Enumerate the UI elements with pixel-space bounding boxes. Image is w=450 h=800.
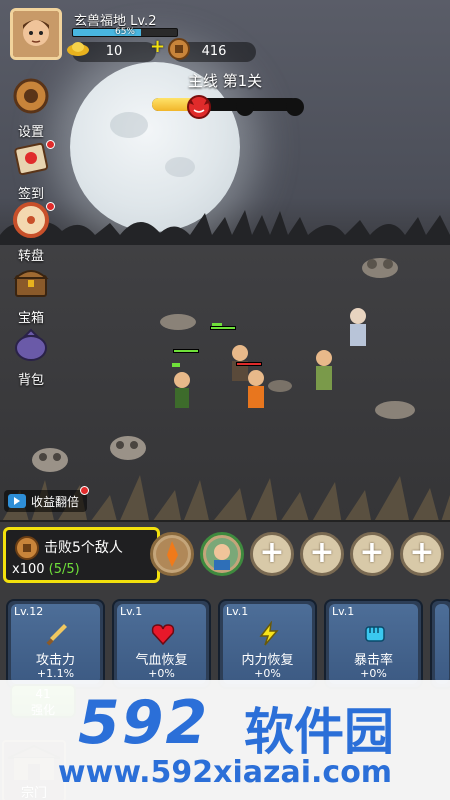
stat-value: +0% [148,667,175,680]
stat-card-hp-regen[interactable]: Lv.1 气血恢复 +0% [112,599,211,689]
stage-node [236,98,254,116]
stat-name: 暴击率 [353,653,393,668]
stat-value: +0% [254,667,281,680]
stat-level: Lv.1 [226,605,249,618]
player-portrait-icon [13,11,59,57]
watermark-url: www.592xiazai.com [57,755,393,790]
enemy-hp-bar [236,362,262,366]
add-slot-icon: + [309,535,335,570]
skill-slot-2[interactable] [200,532,244,576]
menu-chest[interactable]: 宝箱 [8,262,54,326]
menu-checkin[interactable]: 签到 [8,138,55,202]
stage-title: 主线 第1关 [187,72,263,90]
skill-slot-1[interactable] [150,532,194,576]
skill-slot-empty[interactable]: + [350,532,394,576]
stat-card-attack[interactable]: Lv.12 攻击力 +1.1% [6,599,105,689]
stat-card-partial[interactable] [430,599,450,689]
add-slot-icon: + [409,535,435,570]
menu-bag[interactable]: 背包 [8,324,54,388]
quest-card[interactable]: 击败5个敌人 x100 (5/5) [3,527,160,583]
player-avatar[interactable] [10,8,62,60]
stat-card-mp-regen[interactable]: Lv.1 内力恢复 +0% [218,599,317,689]
boss-demon-icon [187,95,211,119]
gold-amount: 10 [105,44,123,59]
tv-icon [8,494,26,508]
stat-card-crit-rate[interactable]: Lv.1 暴击率 +0% [324,599,423,689]
notification-dot [46,202,55,211]
gear-icon [13,78,49,114]
quest-reward-amount: x100 [12,562,45,577]
stage-progress-bar [152,98,298,111]
copper-coin-icon [168,38,190,60]
bag-icon [15,328,47,361]
battle-scene: 玄兽福地 Lv.2 65% 10 + 416 主线 第1关 设置 签到 转盘 宝… [0,0,450,520]
treasure-chest-icon [13,270,49,297]
watermark-brand: 软件园 [244,703,394,761]
skill-slot-empty[interactable]: + [400,532,444,576]
heart-icon [151,624,175,646]
notification-dot [46,140,55,149]
menu-wheel[interactable]: 转盘 [8,200,55,264]
coin-amount: 416 [201,44,227,59]
checkin-scroll-icon [14,142,49,176]
quest-reward: x100 (5/5) [12,562,80,577]
skill-slot-empty[interactable]: + [250,532,294,576]
double-income-button[interactable]: 收益翻倍 [4,490,88,512]
stat-value: +0% [360,667,387,680]
quest-progress: (5/5) [48,562,80,577]
stat-level: Lv.12 [14,605,44,618]
watermark-logo: 592 [78,688,210,758]
hero-hp-bar [210,326,236,330]
gold-ingot-icon [67,42,89,56]
copper-coin-icon [15,536,39,560]
stat-level: Lv.1 [332,605,355,618]
add-slot-icon: + [259,535,285,570]
double-income-label: 收益翻倍 [31,494,80,509]
fire-skill-icon [156,538,188,570]
hero-hp-bar [173,349,199,353]
stat-level: Lv.1 [120,605,143,618]
battle-characters [172,323,264,408]
notification-dot [80,486,89,495]
skill-slot-empty[interactable]: + [300,532,344,576]
enemy-characters [316,308,366,390]
sword-icon [46,624,67,646]
lightning-icon [259,621,279,646]
wheel-icon [13,202,49,238]
stat-name: 攻击力 [35,653,75,668]
quest-title: 击败5个敌人 [44,540,123,556]
stat-name: 内力恢复 [241,653,294,668]
menu-settings[interactable]: 设置 [8,76,54,140]
fist-icon [365,626,385,642]
add-slot-icon: + [359,535,385,570]
hero-portrait-icon [206,538,238,570]
menu-bag-label: 背包 [17,373,44,388]
stage-node [286,98,304,116]
add-gold-button[interactable]: + [150,36,165,57]
stat-value: +1.1% [36,667,75,680]
stat-name: 气血恢复 [135,653,188,668]
